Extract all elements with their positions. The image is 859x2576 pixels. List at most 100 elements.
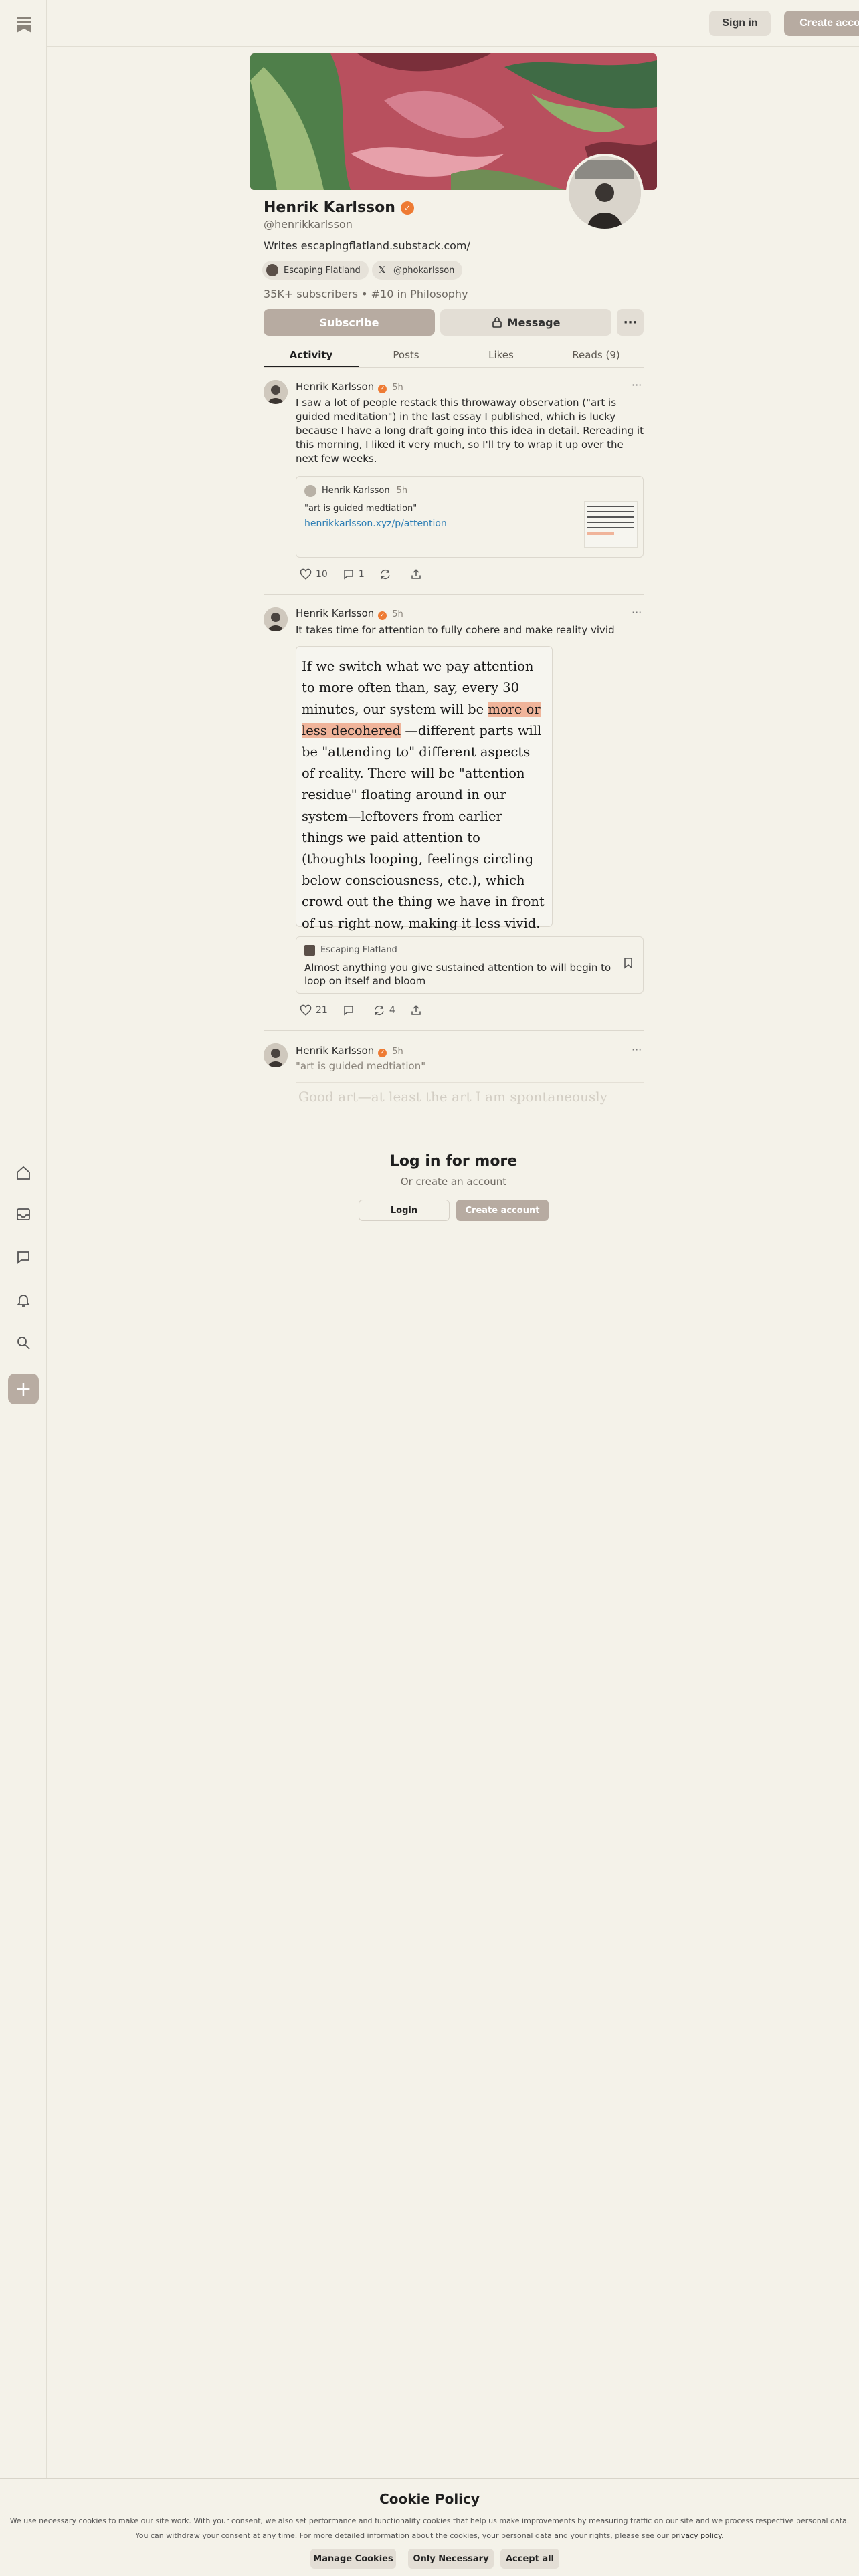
comment-icon	[344, 570, 353, 580]
more-options-button[interactable]: ···	[617, 309, 644, 336]
share-icon	[411, 1005, 421, 1015]
quote-text: If we switch what we pay attention to mo…	[302, 659, 545, 931]
gate-subtitle: Or create an account	[400, 1176, 507, 1188]
top-bar: Sign in Create account	[47, 0, 859, 47]
post-author[interactable]: Henrik Karlsson ✓ 5h	[296, 381, 403, 393]
sign-in-button[interactable]: Sign in	[709, 11, 771, 36]
login-button[interactable]: Login	[359, 1200, 450, 1221]
divider	[296, 1082, 644, 1083]
gate-title: Log in for more	[389, 1153, 518, 1170]
restack-icon	[381, 569, 390, 580]
new-post-button[interactable]: +	[8, 1374, 39, 1404]
profile-name: Henrik Karlsson ✓	[264, 199, 414, 216]
comment-count: 1	[358, 569, 365, 580]
post-menu-icon[interactable]: ···	[632, 379, 642, 391]
x-logo-icon: 𝕏	[378, 265, 386, 276]
avatar	[304, 485, 316, 497]
divider	[264, 594, 644, 595]
publication-icon	[266, 264, 278, 276]
card-quote: "art is guided medtiation"	[304, 504, 417, 514]
divider	[264, 1030, 644, 1031]
inbox-icon[interactable]	[14, 1205, 33, 1224]
comment-button[interactable]	[343, 1004, 359, 1016]
only-necessary-button[interactable]: Only Necessary	[408, 2549, 494, 2569]
message-button[interactable]: Message	[440, 309, 611, 336]
like-count: 21	[316, 1005, 328, 1016]
privacy-policy-link[interactable]: privacy policy	[671, 2531, 721, 2540]
card-thumbnail	[584, 501, 638, 548]
post-author[interactable]: Henrik Karlsson ✓ 5h	[296, 1045, 403, 1057]
card-link[interactable]: henrikkarlsson.xyz/p/attention	[304, 518, 447, 529]
chip-twitter-label: @phokarlsson	[393, 265, 455, 276]
tab-likes[interactable]: Likes	[454, 344, 549, 367]
post-actions: 21 4	[300, 1004, 441, 1016]
post-menu-icon[interactable]: ···	[632, 606, 642, 619]
verified-badge-icon: ✓	[378, 384, 387, 393]
home-icon[interactable]	[14, 1164, 33, 1182]
post-time: 5h	[392, 1047, 403, 1057]
tab-reads[interactable]: Reads (9)	[549, 344, 644, 367]
message-label: Message	[507, 316, 561, 329]
avatar[interactable]	[264, 607, 288, 631]
share-icon	[411, 569, 421, 579]
restack-button[interactable]	[379, 568, 395, 580]
cookie-title: Cookie Policy	[379, 2491, 480, 2507]
profile-bio: Writes escapingflatland.substack.com/	[264, 239, 470, 252]
cookie-banner: Cookie Policy We use necessary cookies t…	[0, 2478, 859, 2576]
fade-overlay	[268, 1097, 642, 1337]
publication-icon	[304, 945, 315, 956]
publication-card[interactable]: Escaping Flatland Almost anything you gi…	[296, 936, 644, 994]
like-count: 10	[316, 569, 328, 580]
cookie-text: We use necessary cookies to make our sit…	[0, 2514, 859, 2543]
tab-posts[interactable]: Posts	[359, 344, 454, 367]
restack-count: 4	[389, 1005, 395, 1016]
substack-logo-icon[interactable]	[15, 16, 33, 33]
verified-badge-icon: ✓	[400, 201, 414, 215]
post-author[interactable]: Henrik Karlsson ✓ 5h	[296, 607, 403, 620]
post-text: "art is guided medtiation"	[296, 1060, 426, 1072]
profile-tabs: Activity Posts Likes Reads (9)	[264, 344, 644, 368]
post-actions: 10 1	[300, 568, 441, 580]
post-menu-icon[interactable]: ···	[632, 1043, 642, 1056]
comment-icon	[344, 1006, 353, 1016]
like-button[interactable]: 21	[300, 1004, 328, 1016]
profile-stats: 35K+ subscribers • #10 in Philosophy	[264, 288, 468, 300]
restack-card[interactable]: Henrik Karlsson 5h "art is guided medtiat…	[296, 476, 644, 558]
restack-icon	[375, 1005, 384, 1016]
bell-icon[interactable]	[14, 1291, 33, 1309]
search-icon[interactable]	[14, 1333, 33, 1352]
post-time: 5h	[392, 383, 403, 393]
profile-avatar[interactable]	[566, 154, 644, 231]
left-rail: +	[0, 0, 47, 2576]
post-time: 5h	[392, 609, 403, 619]
avatar[interactable]	[264, 1043, 288, 1067]
cookie-line-2: You can withdraw your consent at any tim…	[135, 2531, 724, 2540]
share-button[interactable]	[410, 1004, 426, 1016]
comment-button[interactable]: 1	[343, 568, 365, 580]
card-author: Henrik Karlsson 5h	[322, 486, 408, 496]
lock-icon	[492, 317, 502, 328]
like-button[interactable]: 10	[300, 568, 328, 580]
create-account-button[interactable]: Create account	[784, 11, 859, 36]
chat-icon[interactable]	[14, 1248, 33, 1267]
gate-create-account-button[interactable]: Create account	[456, 1200, 549, 1221]
card-text: Almost anything you give sustained atten…	[304, 962, 611, 987]
card-publication: Escaping Flatland	[320, 945, 397, 955]
quote-image[interactable]: If we switch what we pay attention to mo…	[296, 646, 553, 931]
restack-button[interactable]: 4	[373, 1004, 395, 1016]
heart-icon	[300, 1004, 312, 1016]
chip-publication[interactable]: Escaping Flatland	[262, 261, 369, 280]
post-text: I saw a lot of people restack this throw…	[296, 397, 644, 465]
accept-all-button[interactable]: Accept all	[500, 2549, 559, 2569]
manage-cookies-button[interactable]: Manage Cookies	[310, 2549, 396, 2569]
avatar[interactable]	[264, 380, 288, 404]
verified-badge-icon: ✓	[378, 611, 387, 620]
bookmark-icon[interactable]	[623, 957, 634, 972]
subscribe-button[interactable]: Subscribe	[264, 309, 435, 336]
profile-handle: @henrikkarlsson	[264, 218, 353, 231]
share-button[interactable]	[410, 568, 426, 580]
tab-activity[interactable]: Activity	[264, 344, 359, 367]
chip-twitter[interactable]: 𝕏 @phokarlsson	[372, 261, 463, 280]
heart-icon	[300, 568, 312, 580]
chip-publication-label: Escaping Flatland	[284, 265, 361, 276]
